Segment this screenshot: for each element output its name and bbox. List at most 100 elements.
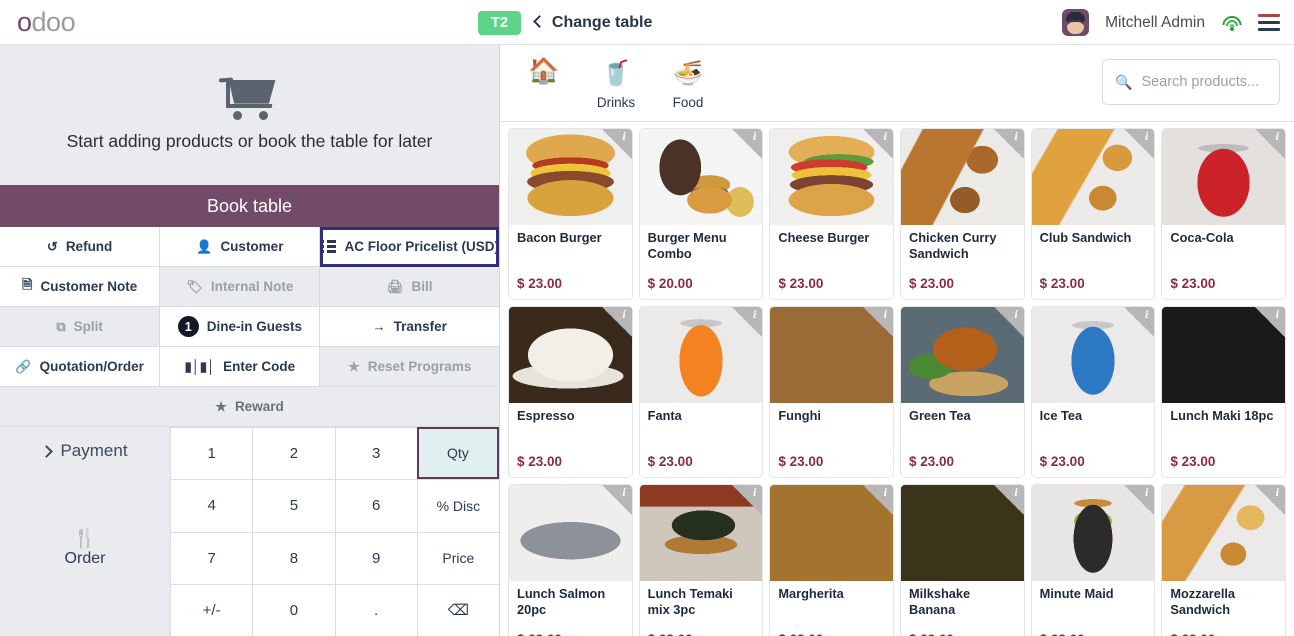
product-image: [900, 307, 1024, 403]
product-info-icon[interactable]: [1254, 129, 1285, 159]
product-card[interactable]: Margherita $ 23.00: [769, 484, 894, 636]
note-icon: 🗎: [22, 276, 33, 292]
refund-button[interactable]: ↺ Refund: [0, 227, 161, 267]
product-info-icon[interactable]: [1124, 129, 1155, 159]
dine-in-guests-button[interactable]: 1 Dine-in Guests: [160, 307, 321, 347]
numpad-key-plusminus[interactable]: +/-: [170, 583, 253, 636]
product-info-icon[interactable]: [862, 307, 893, 337]
product-name: Margherita: [778, 586, 844, 601]
product-info-icon[interactable]: [732, 307, 763, 337]
payment-button[interactable]: Payment: [40, 441, 128, 461]
numpad-key-6[interactable]: 6: [334, 479, 417, 532]
product-image: [509, 307, 632, 403]
product-card[interactable]: Green Tea $ 23.00: [899, 306, 1025, 478]
product-price: $ 23.00: [770, 632, 893, 636]
numpad-key-1[interactable]: 1: [170, 427, 253, 480]
avatar[interactable]: [1062, 9, 1090, 36]
customer-note-button[interactable]: 🗎 Customer Note: [0, 267, 161, 307]
category-bar: 🏠 🥤 Drinks 🍜 Food 🔍: [500, 45, 1294, 122]
product-card[interactable]: Lunch Maki 18pc $ 23.00: [1161, 306, 1286, 478]
numpad-key-7[interactable]: 7: [170, 531, 253, 584]
odoo-logo[interactable]: odoo: [17, 8, 76, 36]
enter-code-button[interactable]: ▮│▮│ Enter Code: [160, 347, 321, 387]
order-button[interactable]: 🍴 Order: [65, 529, 106, 568]
product-panel: 🏠 🥤 Drinks 🍜 Food 🔍 Bacon Burger$ 23.00B…: [500, 45, 1294, 636]
search-box[interactable]: 🔍: [1102, 59, 1280, 105]
product-card[interactable]: Cheese Burger $ 23.00: [769, 128, 894, 300]
pricelist-button[interactable]: AC Floor Pricelist (USD): [320, 227, 499, 267]
product-info-icon[interactable]: [601, 485, 632, 515]
backspace-icon[interactable]: ⌫: [416, 583, 499, 636]
product-info-icon[interactable]: [862, 129, 893, 159]
category-food[interactable]: 🍜 Food: [652, 45, 724, 111]
product-card[interactable]: Funghi $ 23.00: [769, 306, 894, 478]
product-card[interactable]: Bacon Burger $ 23.00: [508, 128, 633, 300]
product-card[interactable]: Lunch Temaki mix 3pc $ 23.00: [638, 484, 764, 636]
numpad-mode-price[interactable]: Price: [416, 531, 499, 584]
product-card[interactable]: Club Sandwich $ 23.00: [1030, 128, 1156, 300]
product-info-icon[interactable]: [601, 307, 632, 337]
numpad-key-2[interactable]: 2: [252, 427, 335, 480]
user-name-label[interactable]: Mitchell Admin: [1105, 14, 1205, 32]
internal-note-label: Internal Note: [210, 279, 294, 294]
category-home[interactable]: 🏠: [508, 45, 580, 84]
printer-icon: 🖨: [386, 278, 404, 294]
product-name: Fanta: [647, 408, 682, 423]
product-name: Chicken Curry Sandwich: [908, 230, 997, 261]
product-info-icon[interactable]: [993, 129, 1024, 159]
user-controls: Mitchell Admin: [1062, 0, 1280, 45]
product-image: [1031, 129, 1155, 225]
numpad-mode-qty[interactable]: Qty: [416, 427, 499, 480]
product-card[interactable]: Chicken Curry Sandwich $ 23.00: [899, 128, 1025, 300]
category-drinks[interactable]: 🥤 Drinks: [580, 45, 652, 111]
product-info-icon[interactable]: [1124, 307, 1155, 337]
numpad-key-decimal[interactable]: .: [334, 583, 417, 636]
numpad-key-4[interactable]: 4: [170, 479, 253, 532]
change-table-button[interactable]: Change table: [533, 14, 652, 32]
product-name: Lunch Temaki mix 3pc: [647, 586, 733, 617]
product-card[interactable]: Burger Menu Combo $ 20.00: [638, 128, 764, 300]
product-name: Club Sandwich: [1039, 230, 1132, 245]
product-info-icon[interactable]: [601, 129, 632, 159]
numpad-mode-discount[interactable]: % Disc: [416, 479, 499, 532]
product-info-icon[interactable]: [862, 485, 893, 515]
product-card[interactable]: Espresso $ 23.00: [508, 306, 633, 478]
product-info-icon[interactable]: [732, 485, 763, 515]
product-card[interactable]: Milkshake Banana $ 23.00: [899, 484, 1025, 636]
product-info-icon[interactable]: [1124, 485, 1155, 515]
product-info-icon[interactable]: [993, 307, 1024, 337]
transfer-button[interactable]: → Transfer: [320, 307, 499, 347]
product-info-icon[interactable]: [1254, 307, 1285, 337]
numpad: 1 2 3 Qty 4 5 6 % Disc 7 8 9 Price +/- 0…: [170, 427, 499, 636]
product-image: [770, 485, 893, 581]
current-table-chip[interactable]: T2: [478, 10, 521, 35]
product-info-icon[interactable]: [993, 485, 1024, 515]
quotation-order-button[interactable]: 🔗 Quotation/Order: [0, 347, 161, 387]
numpad-key-5[interactable]: 5: [252, 479, 335, 532]
numpad-key-0[interactable]: 0: [252, 583, 335, 636]
split-button[interactable]: ⧉ Split: [0, 307, 161, 347]
product-card[interactable]: Coca-Cola $ 23.00: [1161, 128, 1286, 300]
customer-button[interactable]: 👤 Customer: [160, 227, 321, 267]
reward-button[interactable]: ★ Reward: [0, 387, 499, 427]
numpad-key-3[interactable]: 3: [334, 427, 417, 480]
reset-programs-button[interactable]: ★ Reset Programs: [320, 347, 499, 387]
product-info-icon[interactable]: [732, 129, 763, 159]
bill-button[interactable]: 🖨 Bill: [320, 267, 499, 307]
numpad-key-8[interactable]: 8: [252, 531, 335, 584]
search-input[interactable]: [1141, 74, 1267, 90]
product-card[interactable]: Ice Tea $ 23.00: [1030, 306, 1156, 478]
hamburger-menu-icon[interactable]: [1258, 14, 1280, 31]
book-table-button[interactable]: Book table: [0, 185, 499, 227]
product-name: Ice Tea: [1039, 408, 1083, 423]
product-price: $ 23.00: [517, 454, 563, 469]
product-info-icon[interactable]: [1254, 485, 1285, 515]
internal-note-button[interactable]: 🏷 Internal Note: [160, 267, 321, 307]
user-icon: 👤: [196, 238, 213, 254]
product-card[interactable]: Lunch Salmon 20pc $ 23.00: [508, 484, 633, 636]
numpad-key-9[interactable]: 9: [334, 531, 417, 584]
product-card[interactable]: Fanta $ 23.00: [638, 306, 764, 478]
product-card[interactable]: Mozzarella Sandwich $ 23.00: [1161, 484, 1286, 636]
product-image: [1162, 307, 1285, 403]
product-card[interactable]: Minute Maid $ 23.00: [1030, 484, 1156, 636]
